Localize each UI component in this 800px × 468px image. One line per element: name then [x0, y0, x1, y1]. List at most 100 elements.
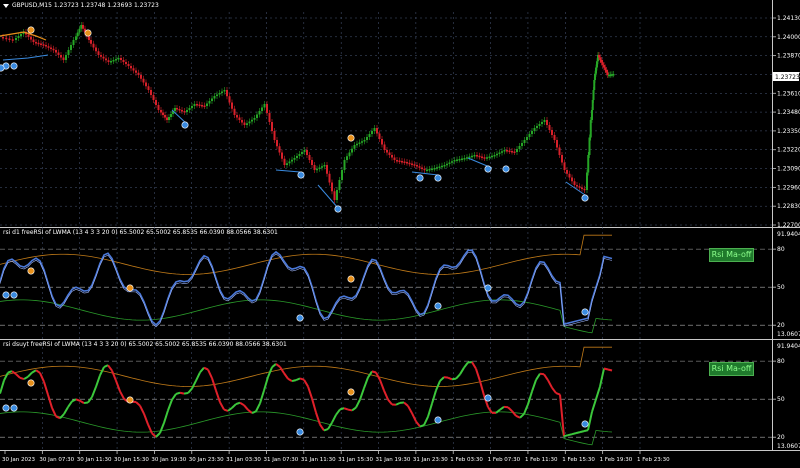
- indicator-scale-label: 91.9404: [777, 343, 800, 350]
- candle-body: [566, 170, 568, 174]
- candle-body: [394, 158, 396, 161]
- candle-body: [371, 131, 373, 134]
- candle-body: [354, 145, 356, 149]
- candle-body: [189, 108, 191, 110]
- candle-body: [331, 183, 333, 192]
- candle-body: [461, 159, 463, 161]
- rsi-line-segment: [580, 431, 584, 432]
- candle-body: [374, 128, 376, 131]
- swing-marker-icon: [297, 429, 303, 435]
- time-axis-label: 1 Feb 19:30: [600, 457, 633, 463]
- candle-body: [336, 190, 338, 200]
- time-axis-label: 1 Feb 03:30: [450, 457, 483, 463]
- candle-body: [311, 160, 313, 165]
- candle-body: [135, 71, 137, 73]
- candle-body: [234, 109, 236, 115]
- candle-body: [301, 152, 303, 154]
- candle-body: [82, 25, 84, 29]
- candle-body: [294, 158, 296, 160]
- swing-marker-icon: [28, 380, 34, 386]
- rsi-line-segment: [604, 368, 608, 369]
- swing-marker-icon: [582, 421, 588, 427]
- candle-body: [199, 105, 201, 107]
- candle-body: [65, 55, 67, 60]
- candle-body: [35, 42, 37, 44]
- candle-body: [123, 60, 125, 62]
- triangle-down-icon[interactable]: [3, 4, 9, 8]
- candle-body: [439, 167, 441, 169]
- candle-body: [324, 165, 326, 167]
- price-scale-label: 1.24000: [777, 34, 800, 41]
- main-price-panel[interactable]: [0, 0, 772, 227]
- swing-marker-icon: [348, 276, 354, 282]
- candle-body: [271, 122, 273, 131]
- swing-marker-icon: [3, 292, 9, 298]
- candle-body: [386, 150, 388, 153]
- candle-body: [364, 140, 366, 142]
- swing-marker-icon: [3, 405, 9, 411]
- candle-body: [396, 160, 398, 162]
- candle-body: [381, 139, 383, 145]
- candle-body: [501, 151, 503, 153]
- candle-body: [130, 66, 132, 68]
- candle-body: [481, 157, 483, 159]
- rsi-ma-off-button-2[interactable]: Rsi Ma-off: [709, 362, 754, 376]
- candle-body: [356, 144, 358, 146]
- candle-body: [476, 155, 478, 157]
- candle-body: [456, 160, 458, 162]
- candle-body: [309, 155, 311, 160]
- candle-body: [221, 92, 223, 94]
- candle-body: [411, 164, 413, 166]
- candle-body: [424, 169, 426, 171]
- time-axis-label: 31 Jan 19:30: [376, 457, 411, 463]
- candle-body: [444, 165, 446, 167]
- candle-body: [50, 48, 52, 50]
- candle-body: [153, 95, 155, 100]
- swing-marker-icon: [435, 417, 441, 423]
- candle-body: [511, 151, 513, 153]
- candle-body: [264, 104, 266, 108]
- candle-body: [489, 157, 491, 159]
- rsi-line-segment: [180, 393, 184, 394]
- candle-body: [319, 168, 321, 170]
- time-axis-label: 30 Jan 23:30: [189, 457, 224, 463]
- indicator-scale-label: 50: [777, 396, 785, 403]
- candle-body: [416, 165, 418, 167]
- swing-marker-icon: [297, 315, 303, 321]
- indicator-scale-label: 20: [777, 434, 785, 441]
- candle-body: [284, 159, 286, 165]
- candle-body: [536, 126, 538, 128]
- candle-body: [55, 50, 57, 53]
- candle-body: [544, 120, 546, 122]
- swing-marker-icon: [127, 397, 133, 403]
- candle-body: [494, 155, 496, 157]
- candle-body: [79, 29, 81, 33]
- candle-body: [291, 160, 293, 162]
- candle-body: [401, 161, 403, 163]
- candle-body: [571, 178, 573, 182]
- candle-body: [436, 167, 438, 169]
- candle-body: [404, 162, 406, 164]
- candle-body: [75, 36, 77, 40]
- rsi-line-segment: [184, 393, 188, 394]
- candle-body: [554, 135, 556, 140]
- time-axis-label: 30 Jan 07:30: [39, 457, 74, 463]
- rsi-ma-off-button[interactable]: Rsi Ma-off: [709, 248, 754, 262]
- candle-body: [304, 150, 306, 152]
- candle-body: [384, 145, 386, 151]
- candle-body: [95, 48, 97, 52]
- candle-body: [33, 40, 35, 43]
- candle-body: [531, 131, 533, 134]
- swing-marker-icon: [85, 30, 91, 36]
- rsi-line-segment: [292, 380, 296, 381]
- candle-body: [60, 55, 62, 58]
- candle-body: [484, 157, 486, 159]
- candle-body: [469, 157, 471, 159]
- swing-marker-icon: [485, 395, 491, 401]
- candle-body: [506, 150, 508, 152]
- swing-marker-icon: [127, 285, 133, 291]
- candle-body: [549, 125, 551, 130]
- chart-window[interactable]: 1.241301.240001.238701.237401.236101.234…: [0, 0, 800, 464]
- candle-body: [98, 51, 100, 55]
- candle-body: [93, 44, 95, 48]
